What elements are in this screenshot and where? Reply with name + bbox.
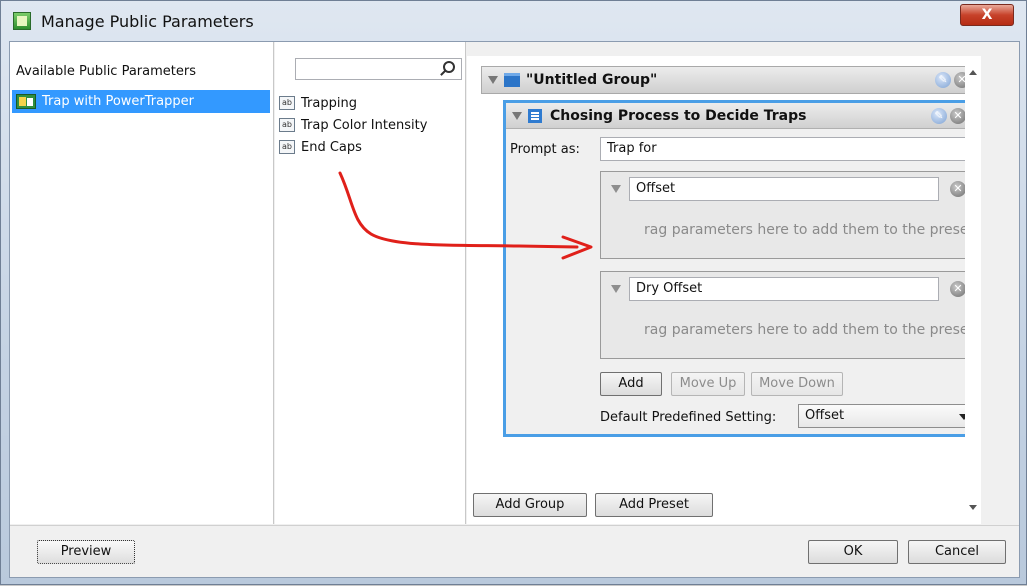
edit-group-icon[interactable]: ✎ xyxy=(935,72,951,88)
delete-preset-icon[interactable]: ✕ xyxy=(950,281,966,297)
default-setting-label: Default Predefined Setting: xyxy=(600,410,777,425)
move-down-button[interactable]: Move Down xyxy=(751,372,843,396)
list-item[interactable]: ab End Caps xyxy=(279,136,427,158)
group-title: "Untitled Group" xyxy=(526,72,658,88)
ok-button[interactable]: OK xyxy=(808,540,898,564)
dialog-body: Available Public Parameters Trap with Po… xyxy=(9,41,1020,578)
dialog-window: Manage Public Parameters X Available Pub… xyxy=(0,0,1027,585)
list-item-label: End Caps xyxy=(301,139,362,155)
scroll-down-icon[interactable] xyxy=(969,505,977,510)
text-field-icon: ab xyxy=(279,118,295,132)
default-setting-value: Offset xyxy=(805,408,845,423)
window-title: Manage Public Parameters xyxy=(41,11,254,31)
drop-zone-hint[interactable]: rag parameters here to add them to the p… xyxy=(601,222,976,238)
app-icon xyxy=(13,12,31,30)
available-parameters-header: Available Public Parameters xyxy=(16,64,196,79)
search-input[interactable] xyxy=(295,58,462,80)
list-parameter-icon xyxy=(528,108,542,123)
preview-button[interactable]: Preview xyxy=(37,540,135,564)
group-editor-pane: "Untitled Group" ✎ ✕ Chosing Process to … xyxy=(467,56,981,524)
group-header[interactable]: "Untitled Group" ✎ ✕ xyxy=(481,66,976,94)
parameters-list: ab Trapping ab Trap Color Intensity ab E… xyxy=(279,92,427,158)
list-item-trap-with-powertrapper[interactable]: Trap with PowerTrapper xyxy=(12,90,270,113)
list-item-label: Trapping xyxy=(301,95,357,111)
process-parameter-box: Chosing Process to Decide Traps ✎ ✕ Prom… xyxy=(503,100,977,437)
delete-preset-icon[interactable]: ✕ xyxy=(950,181,966,197)
vertical-scrollbar[interactable] xyxy=(965,56,981,524)
add-preset-button[interactable]: Add Preset xyxy=(595,493,713,517)
powertrapper-icon xyxy=(16,94,36,109)
move-up-button[interactable]: Move Up xyxy=(671,372,745,396)
available-parameters-pane: Available Public Parameters Trap with Po… xyxy=(10,42,274,524)
preset-name-field[interactable]: Dry Offset xyxy=(629,277,939,301)
collapse-toggle-icon[interactable] xyxy=(488,76,498,84)
cancel-button[interactable]: Cancel xyxy=(908,540,1006,564)
text-field-icon: ab xyxy=(279,96,295,110)
list-item[interactable]: ab Trap Color Intensity xyxy=(279,114,427,136)
drop-zone-hint[interactable]: rag parameters here to add them to the p… xyxy=(601,322,976,338)
default-setting-select[interactable]: Offset xyxy=(798,404,976,428)
close-button[interactable]: X xyxy=(960,4,1014,26)
preset-name-field[interactable]: Offset xyxy=(629,177,939,201)
preset-offset: Offset ✕ rag parameters here to add them… xyxy=(600,171,977,259)
preset-dry-offset: Dry Offset ✕ rag parameters here to add … xyxy=(600,271,977,359)
group-icon xyxy=(504,73,520,87)
parameters-list-pane: ab Trapping ab Trap Color Intensity ab E… xyxy=(275,42,466,524)
prompt-label: Prompt as: xyxy=(510,142,580,157)
prompt-field[interactable]: Trap for xyxy=(600,137,975,161)
text-field-icon: ab xyxy=(279,140,295,154)
list-item-label: Trap with PowerTrapper xyxy=(42,94,194,109)
title-bar: Manage Public Parameters X xyxy=(1,1,1026,41)
add-button[interactable]: Add xyxy=(600,372,662,396)
collapse-toggle-icon[interactable] xyxy=(512,111,522,120)
process-header[interactable]: Chosing Process to Decide Traps ✎ ✕ xyxy=(506,103,971,129)
list-item[interactable]: ab Trapping xyxy=(279,92,427,114)
search-icon[interactable] xyxy=(443,61,455,73)
delete-process-icon[interactable]: ✕ xyxy=(950,108,966,124)
collapse-toggle-icon[interactable] xyxy=(611,285,621,293)
edit-process-icon[interactable]: ✎ xyxy=(931,108,947,124)
add-group-button[interactable]: Add Group xyxy=(473,493,587,517)
scroll-up-icon[interactable] xyxy=(969,70,977,75)
list-item-label: Trap Color Intensity xyxy=(301,117,428,133)
process-title: Chosing Process to Decide Traps xyxy=(550,107,807,124)
collapse-toggle-icon[interactable] xyxy=(611,185,621,193)
dialog-footer: Preview OK Cancel xyxy=(10,525,1019,577)
